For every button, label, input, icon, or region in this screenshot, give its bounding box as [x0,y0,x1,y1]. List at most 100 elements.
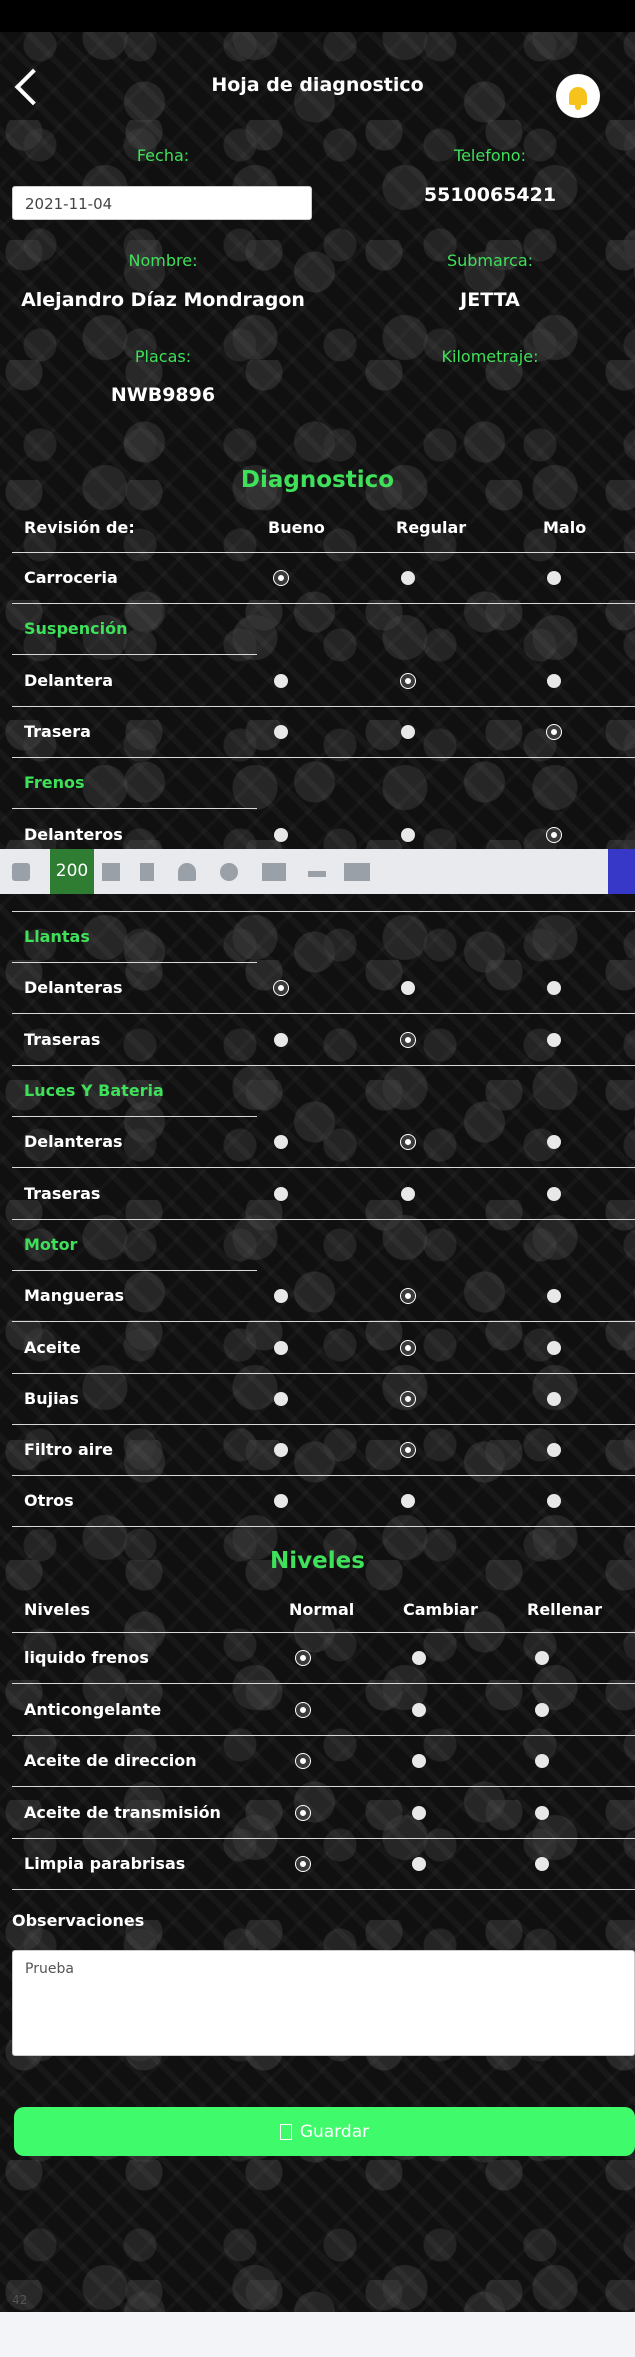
diagnostico-title: Diagnostico [240,467,395,493]
frame-icon[interactable] [344,863,370,881]
row-label: Traseras [24,1184,101,1203]
category-frenos: Frenos [12,758,257,809]
malo-radio[interactable] [547,1494,561,1508]
category-label: Llantas [24,927,90,946]
regular-radio[interactable] [401,1392,415,1406]
cambiar-radio[interactable] [412,1754,426,1768]
diag-row-delanteras: Delanteras [12,963,635,1014]
row-label: Delanteras [24,1132,123,1151]
normal-radio[interactable] [296,1651,310,1665]
regular-radio[interactable] [401,828,415,842]
normal-radio[interactable] [296,1806,310,1820]
rellenar-radio[interactable] [535,1703,549,1717]
malo-radio[interactable] [547,981,561,995]
nivel-row-anticongelante: Anticongelante [12,1685,635,1736]
telefono-label: Telefono: [454,146,526,165]
row-label: Limpia parabrisas [24,1854,186,1873]
bueno-radio[interactable] [274,725,288,739]
bueno-radio[interactable] [274,1135,288,1149]
regular-radio[interactable] [401,1494,415,1508]
bueno-radio[interactable] [274,571,288,585]
malo-radio[interactable] [547,1187,561,1201]
bueno-radio[interactable] [274,828,288,842]
regular-radio[interactable] [401,1443,415,1457]
notification-button[interactable] [556,74,600,118]
row-label: liquido frenos [24,1648,149,1667]
cambiar-radio[interactable] [412,1703,426,1717]
regular-radio[interactable] [401,725,415,739]
malo-radio[interactable] [547,1033,561,1047]
malo-radio[interactable] [547,1289,561,1303]
row-label: Delanteros [24,825,123,844]
nombre-label: Nombre: [128,251,198,270]
row-label: Aceite de transmisión [24,1803,221,1822]
save-icon [279,2123,292,2140]
minus-icon[interactable] [308,871,326,877]
category-label: Frenos [24,773,85,792]
diag-row-aceite: Aceite [12,1323,635,1374]
regular-radio[interactable] [401,1341,415,1355]
bueno-radio[interactable] [274,1494,288,1508]
row-label: Trasera [24,722,91,741]
floating-toolbar: 200 [0,849,635,894]
regular-radio[interactable] [401,674,415,688]
row-label: Carroceria [24,568,118,587]
bueno-radio[interactable] [274,1443,288,1457]
normal-radio[interactable] [296,1703,310,1717]
bell-icon [569,87,587,110]
malo-radio[interactable] [547,1341,561,1355]
submarca-label: Submarca: [446,251,534,270]
regular-radio[interactable] [401,1135,415,1149]
malo-radio[interactable] [547,1392,561,1406]
bueno-radio[interactable] [274,981,288,995]
regular-radio[interactable] [401,571,415,585]
date-input[interactable]: 2021-11-04 [12,186,312,220]
diag-row-traseras: Traseras [12,1015,635,1066]
bueno-radio[interactable] [274,1289,288,1303]
malo-radio[interactable] [547,571,561,585]
bueno-radio[interactable] [274,674,288,688]
cambiar-radio[interactable] [412,1806,426,1820]
malo-radio[interactable] [547,1443,561,1457]
bueno-radio[interactable] [274,1341,288,1355]
bueno-radio[interactable] [274,1033,288,1047]
cambiar-radio[interactable] [412,1651,426,1665]
status-badge: 200 [50,849,94,894]
malo-radio[interactable] [547,725,561,739]
settings-icon[interactable] [12,863,30,881]
rellenar-radio[interactable] [535,1651,549,1665]
malo-radio[interactable] [547,828,561,842]
rellenar-radio[interactable] [535,1857,549,1871]
malo-radio[interactable] [547,674,561,688]
shape-icon[interactable] [102,863,120,881]
nivel-row-liquido-frenos: liquido frenos [12,1633,635,1684]
row-label: Delanteras [24,978,123,997]
diag-row-trasera: Trasera [12,707,635,758]
row-label: Delantera [24,671,113,690]
row-label: Filtro aire [24,1440,114,1459]
layer-icon[interactable] [262,863,286,881]
expand-button[interactable] [608,849,635,894]
user-icon[interactable] [178,863,196,881]
normal-radio[interactable] [296,1857,310,1871]
page-number: 42 [12,2293,28,2307]
regular-radio[interactable] [401,1187,415,1201]
category-label: Motor [24,1235,78,1254]
malo-radio[interactable] [547,1135,561,1149]
guardar-button[interactable]: Guardar [14,2107,635,2156]
diag-row-traseras: Traseras [12,1169,635,1220]
observaciones-textarea[interactable]: Prueba [12,1950,635,2056]
rellenar-radio[interactable] [535,1754,549,1768]
bueno-radio[interactable] [274,1187,288,1201]
category-motor: Motor [12,1220,257,1271]
regular-radio[interactable] [401,981,415,995]
rellenar-radio[interactable] [535,1806,549,1820]
regular-radio[interactable] [401,1033,415,1047]
cambiar-radio[interactable] [412,1857,426,1871]
tool-icon[interactable] [140,863,154,881]
diag-row-delantera: Delantera [12,656,635,707]
bueno-radio[interactable] [274,1392,288,1406]
timer-icon[interactable] [220,863,238,881]
normal-radio[interactable] [296,1754,310,1768]
regular-radio[interactable] [401,1289,415,1303]
